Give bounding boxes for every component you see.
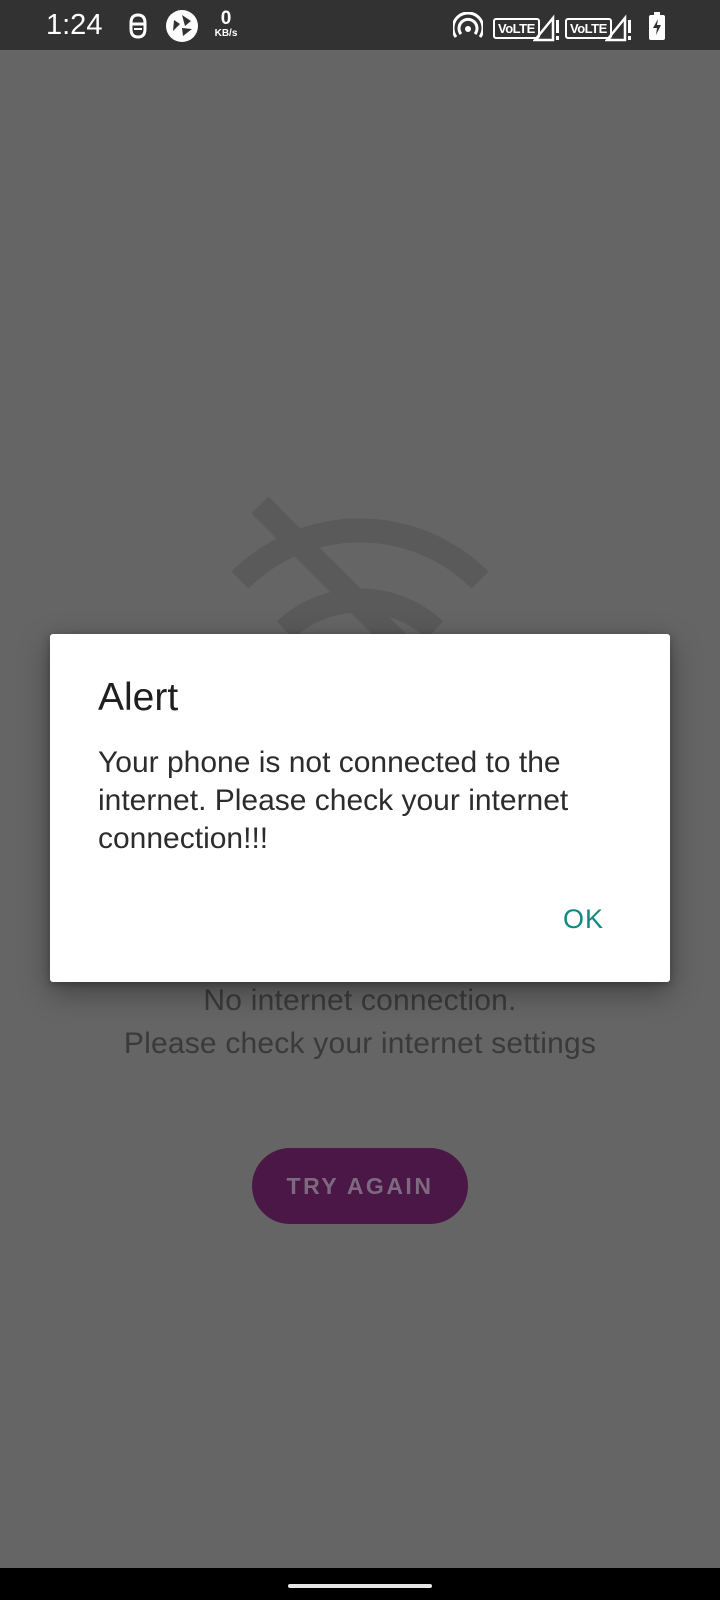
network-speed: 0 KB/s	[209, 9, 243, 39]
no-connection-text: No internet connection.	[203, 984, 517, 1017]
alert-dialog: Alert Your phone is not connected to the…	[50, 634, 670, 982]
home-gesture-handle[interactable]	[288, 1584, 432, 1588]
speed-value: 0	[220, 8, 232, 29]
ok-button[interactable]: OK	[563, 904, 604, 935]
screen: 1:24 0 KB/s VoLTE VoLTE No internet conn…	[0, 0, 720, 1600]
speed-unit: KB/s	[214, 28, 238, 39]
check-settings-text: Please check your internet settings	[123, 1027, 597, 1060]
status-bar: 1:24 0 KB/s VoLTE VoLTE	[0, 0, 720, 50]
signal-icon	[532, 14, 561, 47]
signal-icon	[604, 14, 633, 47]
navigation-bar	[0, 1568, 720, 1600]
hotspot-icon	[451, 11, 485, 45]
battery-charging-icon	[648, 12, 666, 45]
dialog-title: Alert	[98, 676, 179, 719]
try-again-button[interactable]: TRY AGAIN	[252, 1148, 468, 1224]
status-time: 1:24	[46, 9, 103, 41]
wifi-off-icon	[230, 490, 490, 674]
face-notification-icon	[124, 12, 152, 45]
dialog-message: Your phone is not connected to the inter…	[98, 746, 569, 855]
aperture-icon	[165, 9, 199, 48]
